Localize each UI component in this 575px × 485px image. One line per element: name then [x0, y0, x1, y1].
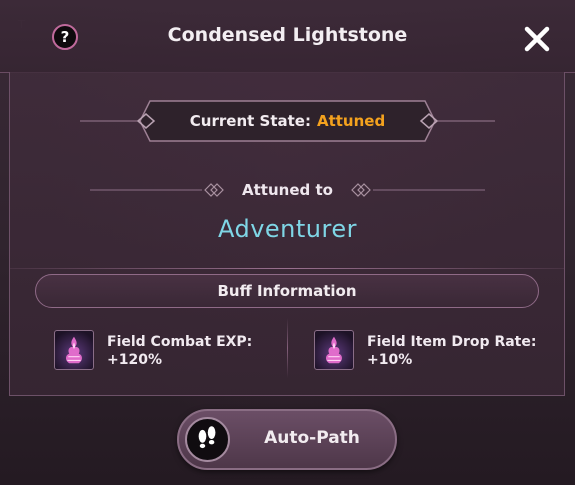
- current-state-box: Current State: Attuned: [150, 101, 425, 140]
- buff-name: Field Combat EXP:: [107, 334, 253, 350]
- buff-separator: [287, 318, 288, 378]
- close-icon[interactable]: [522, 24, 552, 54]
- attuned-class-name: Adventurer: [217, 215, 357, 243]
- attuned-to-label: Attuned to: [242, 181, 333, 199]
- buff-text-drop-rate: Field Item Drop Rate: +10%: [367, 333, 536, 369]
- buff-text-combat-exp: Field Combat EXP: +120%: [107, 333, 252, 369]
- section-divider: [10, 268, 564, 269]
- buff-information-label: Buff Information: [217, 282, 357, 300]
- buff-information-header: Buff Information: [35, 274, 539, 308]
- lightstone-buff-icon: [314, 330, 354, 370]
- popup-title: Condensed Lightstone: [167, 24, 408, 46]
- buff-value: +10%: [367, 352, 413, 368]
- auto-path-label: Auto-Path: [264, 428, 360, 448]
- buff-name: Field Item Drop Rate:: [367, 334, 537, 350]
- buff-value: +120%: [107, 352, 162, 368]
- lightstone-buff-icon: [54, 330, 94, 370]
- auto-path-button[interactable]: Auto-Path: [177, 409, 397, 470]
- popup-header: ? Condensed Lightstone: [0, 0, 575, 73]
- footprints-icon: [185, 417, 230, 462]
- current-state-label: Current State:: [189, 111, 311, 130]
- current-state-value: Attuned: [316, 111, 386, 130]
